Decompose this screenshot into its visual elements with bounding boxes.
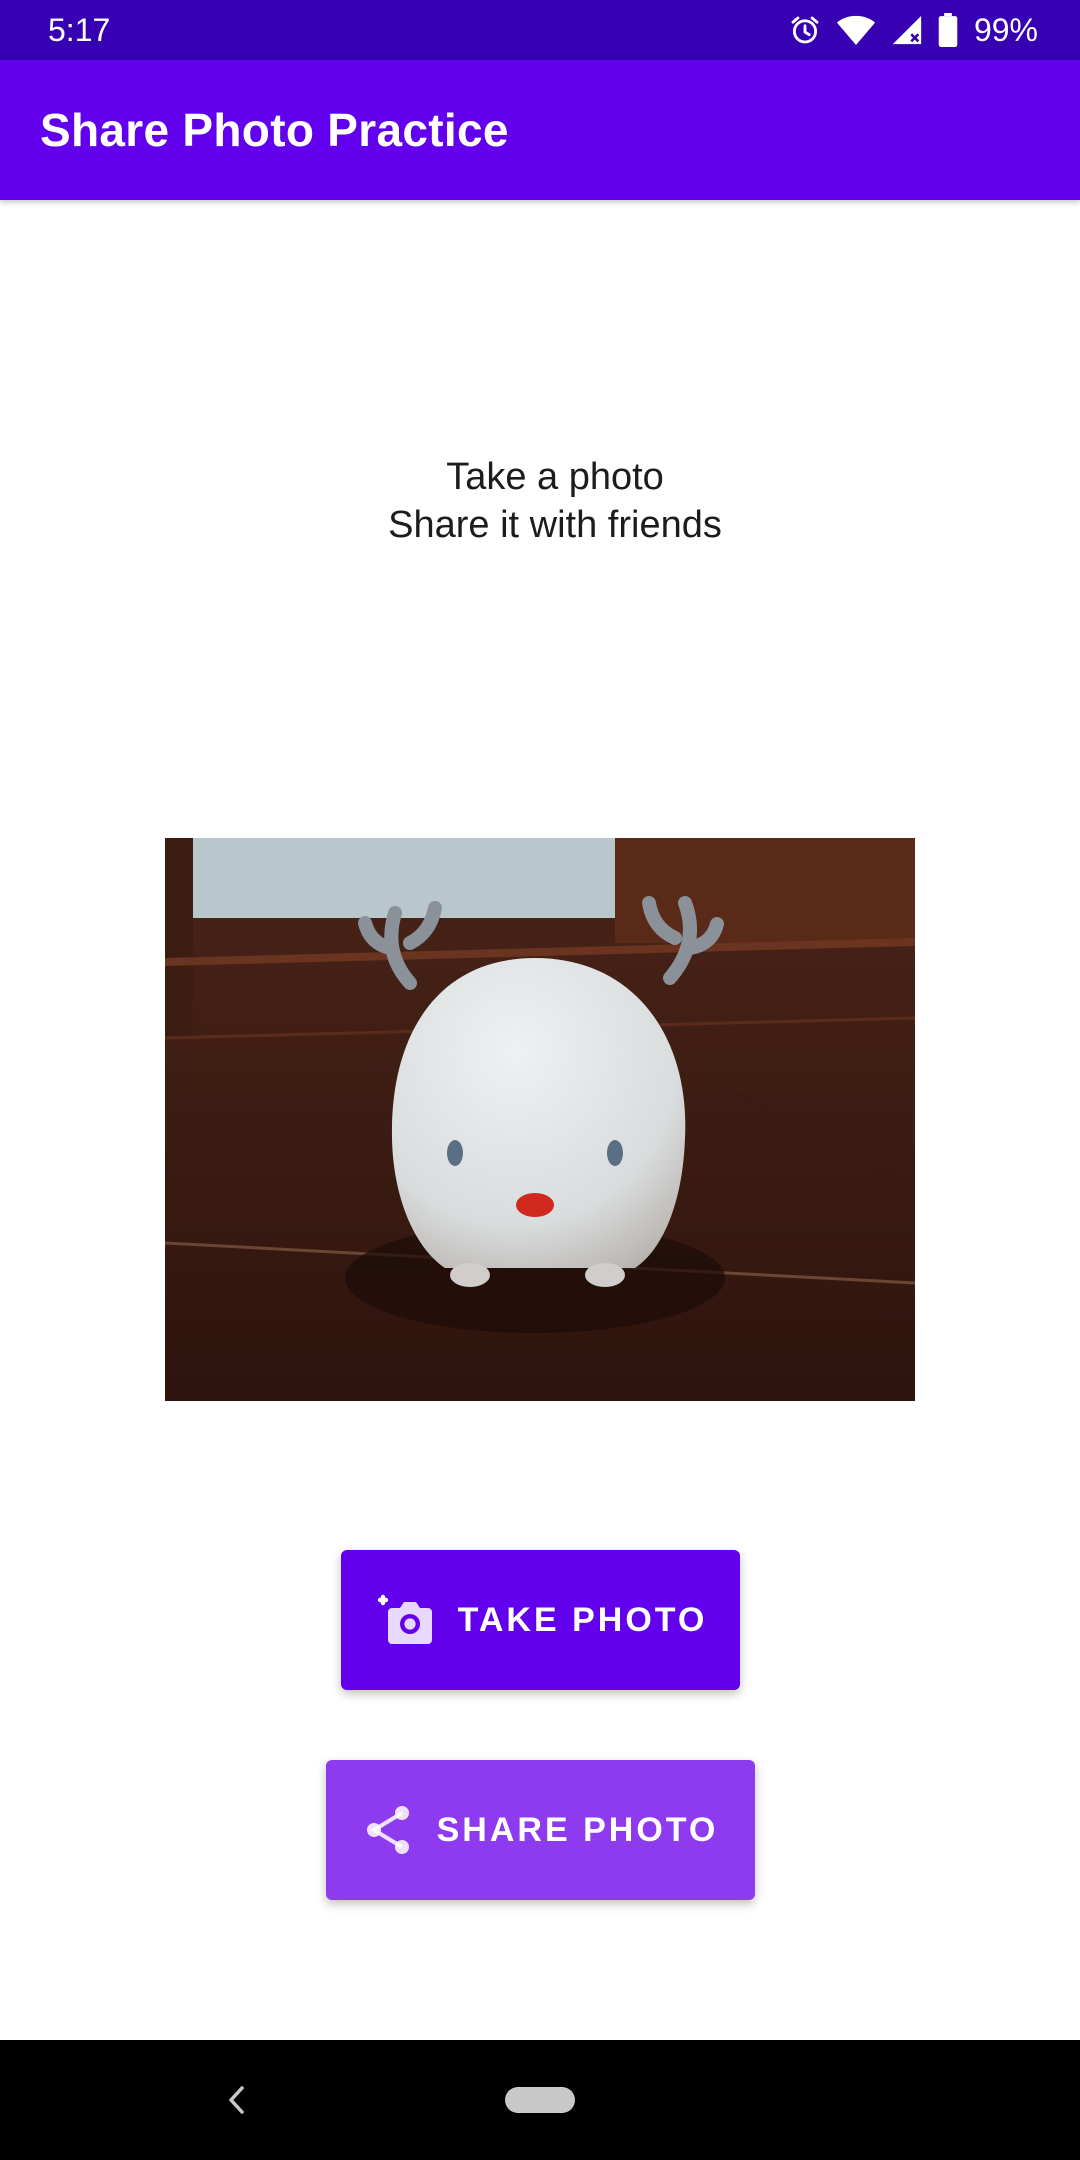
- battery-icon: [938, 13, 958, 47]
- intro-text: Take a photo Share it with friends: [0, 453, 1080, 549]
- share-photo-label: SHARE PHOTO: [436, 1810, 719, 1849]
- intro-line-1: Take a photo: [446, 456, 664, 498]
- add-a-photo-icon: [374, 1592, 434, 1648]
- status-bar: 5:17 99%: [0, 0, 1080, 60]
- back-chevron-icon[interactable]: [222, 2084, 252, 2116]
- home-pill-icon[interactable]: [505, 2087, 575, 2113]
- photo-preview: [165, 838, 915, 1401]
- share-photo-button[interactable]: SHARE PHOTO: [326, 1760, 755, 1900]
- app-title: Share Photo Practice: [40, 104, 509, 156]
- battery-percent: 99%: [973, 12, 1038, 48]
- take-photo-button[interactable]: TAKE PHOTO: [341, 1550, 740, 1690]
- take-photo-label: TAKE PHOTO: [457, 1600, 708, 1639]
- navigation-bar: [0, 2040, 1080, 2160]
- share-icon: [363, 1804, 413, 1856]
- status-icons: 99%: [788, 8, 1038, 52]
- alarm-icon: [788, 13, 822, 47]
- status-time: 5:17: [48, 12, 111, 48]
- intro-line-2: Share it with friends: [388, 504, 722, 546]
- cellular-signal-icon: [890, 13, 924, 47]
- app-bar: Share Photo Practice: [0, 60, 1080, 200]
- wifi-icon: [836, 13, 876, 47]
